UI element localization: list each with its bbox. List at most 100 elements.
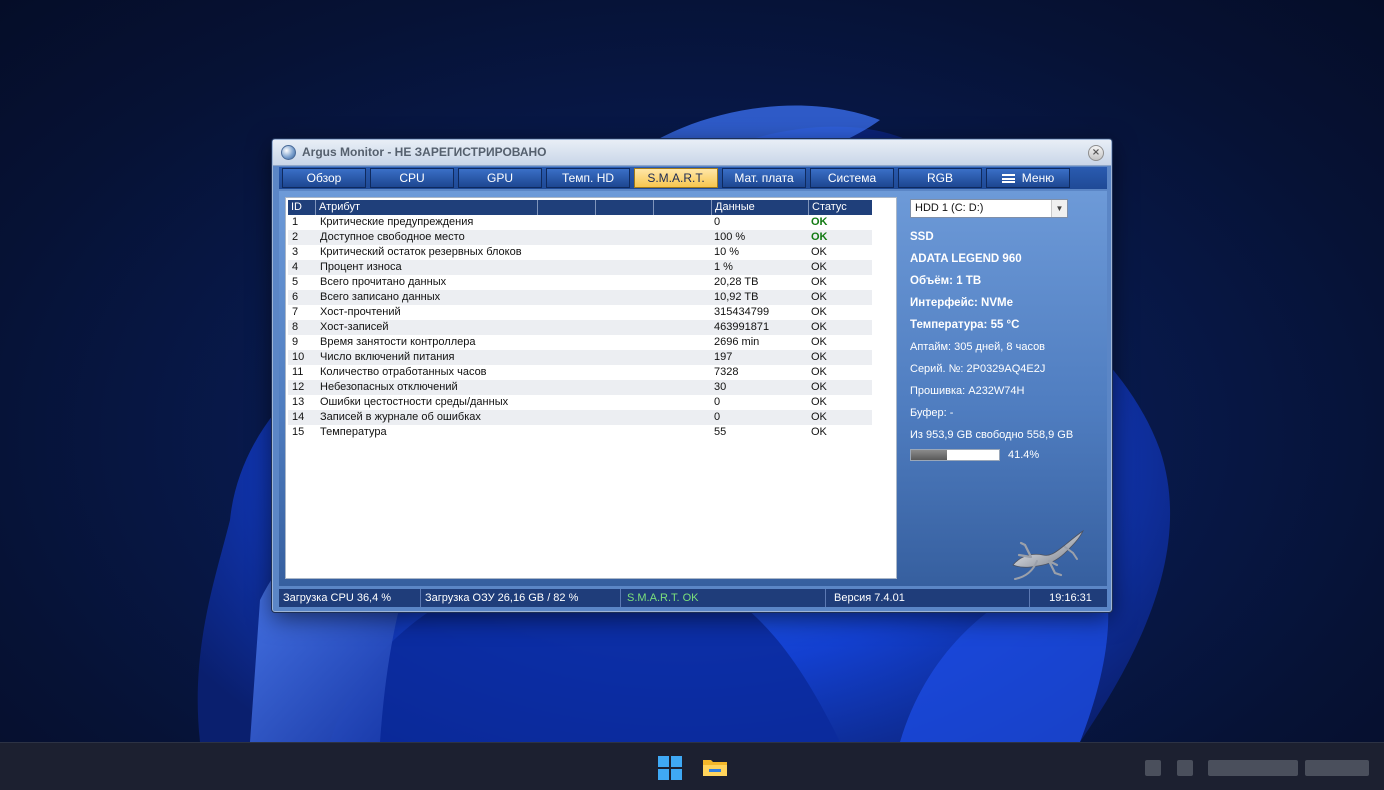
table-header: ID Атрибут Данные Статус — [288, 200, 872, 215]
tab-smart[interactable]: S.M.A.R.T. — [634, 168, 718, 188]
tray-icon[interactable] — [1177, 760, 1193, 776]
row-attribute: Процент износа — [320, 261, 402, 273]
row-attribute: Температура — [320, 426, 387, 438]
table-row[interactable]: 1 Критические предупреждения 0 OK — [288, 215, 872, 230]
row-data: 20,28 TB — [714, 276, 759, 288]
row-status: OK — [811, 366, 827, 378]
row-status: OK — [811, 306, 827, 318]
row-id: 6 — [292, 291, 299, 303]
table-row[interactable]: 3 Критический остаток резервных блоков 10 … — [288, 245, 872, 260]
header-status[interactable]: Статус — [809, 200, 872, 215]
header-spacer-1 — [538, 200, 596, 215]
row-status: OK — [811, 351, 827, 363]
tray-clock-blurred[interactable] — [1208, 760, 1298, 776]
tab-cpu[interactable]: CPU — [370, 168, 454, 188]
smart-attributes-table[interactable]: ID Атрибут Данные Статус 1 Критические пр… — [285, 197, 897, 579]
row-attribute: Число включений питания — [320, 351, 455, 363]
drive-info-panel: HDD 1 (C: D:) ▼ SSD ADATA LEGEND 960 Объ… — [907, 191, 1107, 586]
drive-buffer: Буфер: - — [910, 407, 954, 419]
table-row[interactable]: 9 Время занятости контроллера 2696 min OK — [288, 335, 872, 350]
row-data: 1 % — [714, 261, 733, 273]
header-id[interactable]: ID — [288, 200, 316, 215]
row-data: 10,92 TB — [714, 291, 759, 303]
table-row[interactable]: 6 Всего записано данных 10,92 TB OK — [288, 290, 872, 305]
row-data: 0 — [714, 396, 721, 408]
table-row[interactable]: 2 Доступное свободное место 100 % OK — [288, 230, 872, 245]
row-data: 7328 — [714, 366, 739, 378]
table-row[interactable]: 7 Хост-прочтений 315434799 OK — [288, 305, 872, 320]
row-status: OK — [811, 411, 827, 423]
tab-system[interactable]: Система — [810, 168, 894, 188]
row-id: 7 — [292, 306, 299, 318]
table-row[interactable]: 10 Число включений питания 197 OK — [288, 350, 872, 365]
row-data: 315434799 — [714, 306, 770, 318]
row-data: 463991871 — [714, 321, 770, 333]
table-row[interactable]: 12 Небезопасных отключений 30 OK — [288, 380, 872, 395]
table-row[interactable]: 5 Всего прочитано данных 20,28 TB OK — [288, 275, 872, 290]
file-explorer-icon[interactable] — [702, 756, 728, 778]
header-data[interactable]: Данные — [712, 200, 809, 215]
row-status: OK — [811, 291, 827, 303]
row-id: 10 — [292, 351, 305, 363]
title-bar[interactable]: Argus Monitor - НЕ ЗАРЕГИСТРИРОВАНО × — [273, 140, 1111, 166]
row-data: 0 — [714, 411, 721, 423]
tab-menu-label: Меню — [1021, 171, 1055, 185]
chevron-down-icon[interactable]: ▼ — [1051, 200, 1067, 217]
tray-notification-blurred[interactable] — [1305, 760, 1369, 776]
header-spacer-3 — [654, 200, 712, 215]
row-id: 15 — [292, 426, 305, 438]
window-title: Argus Monitor - НЕ ЗАРЕГИСТРИРОВАНО — [302, 145, 547, 159]
row-attribute: Ошибки цестостности среды/данных — [320, 396, 509, 408]
close-button[interactable]: × — [1088, 145, 1104, 161]
usage-bar — [910, 449, 1000, 461]
drive-temperature: Температура: 55 °C — [910, 319, 1020, 331]
row-status: OK — [811, 261, 827, 273]
tab-overview[interactable]: Обзор — [282, 168, 366, 188]
table-row[interactable]: 13 Ошибки цестостности среды/данных 0 OK — [288, 395, 872, 410]
row-data: 30 — [714, 381, 727, 393]
tray-icon[interactable] — [1145, 760, 1161, 776]
status-cpu-load: Загрузка CPU 36,4 % — [279, 589, 421, 607]
tab-motherboard[interactable]: Мат. плата — [722, 168, 806, 188]
row-data: 0 — [714, 216, 721, 228]
row-attribute: Критические предупреждения — [320, 216, 474, 228]
table-row[interactable]: 4 Процент износа 1 % OK — [288, 260, 872, 275]
row-status: OK — [811, 216, 828, 228]
row-attribute: Критический остаток резервных блоков — [320, 246, 522, 258]
row-data: 100 % — [714, 231, 746, 243]
row-attribute: Хост-записей — [320, 321, 389, 333]
row-status: OK — [811, 336, 827, 348]
row-id: 9 — [292, 336, 299, 348]
table-row[interactable]: 11 Количество отработанных часов 7328 OK — [288, 365, 872, 380]
argus-app-icon — [281, 145, 296, 160]
row-attribute: Время занятости контроллера — [320, 336, 476, 348]
tab-menu[interactable]: Меню — [986, 168, 1070, 188]
windows-start-icon[interactable] — [658, 756, 682, 780]
drive-select-value: HDD 1 (C: D:) — [915, 202, 984, 214]
drive-model: ADATA LEGEND 960 — [910, 253, 1022, 265]
drive-select[interactable]: HDD 1 (C: D:) ▼ — [910, 199, 1068, 218]
status-time: 19:16:31 — [1049, 592, 1092, 604]
status-bar: Загрузка CPU 36,4 % Загрузка ОЗУ 26,16 G… — [279, 589, 1107, 607]
row-id: 1 — [292, 216, 299, 228]
tab-gpu[interactable]: GPU — [458, 168, 542, 188]
row-id: 8 — [292, 321, 299, 333]
table-row[interactable]: 8 Хост-записей 463991871 OK — [288, 320, 872, 335]
tab-temp-hd[interactable]: Темп. HD — [546, 168, 630, 188]
row-attribute: Небезопасных отключений — [320, 381, 458, 393]
tab-rgb[interactable]: RGB — [898, 168, 982, 188]
table-row[interactable]: 14 Записей в журнале об ошибках 0 OK — [288, 410, 872, 425]
row-id: 4 — [292, 261, 299, 273]
header-attribute[interactable]: Атрибут — [316, 200, 538, 215]
usage-bar-fill — [911, 450, 948, 460]
drive-firmware: Прошивка: A232W74H — [910, 385, 1025, 397]
table-row[interactable]: 15 Температура 55 OK — [288, 425, 872, 440]
row-status: OK — [811, 396, 827, 408]
row-id: 14 — [292, 411, 305, 423]
drive-capacity: Объём: 1 TB — [910, 275, 982, 287]
row-status: OK — [811, 321, 827, 333]
row-id: 13 — [292, 396, 305, 408]
taskbar — [0, 742, 1384, 790]
status-smart: S.M.A.R.T. OK — [621, 589, 826, 607]
status-version: Версия 7.4.01 — [826, 589, 1030, 607]
